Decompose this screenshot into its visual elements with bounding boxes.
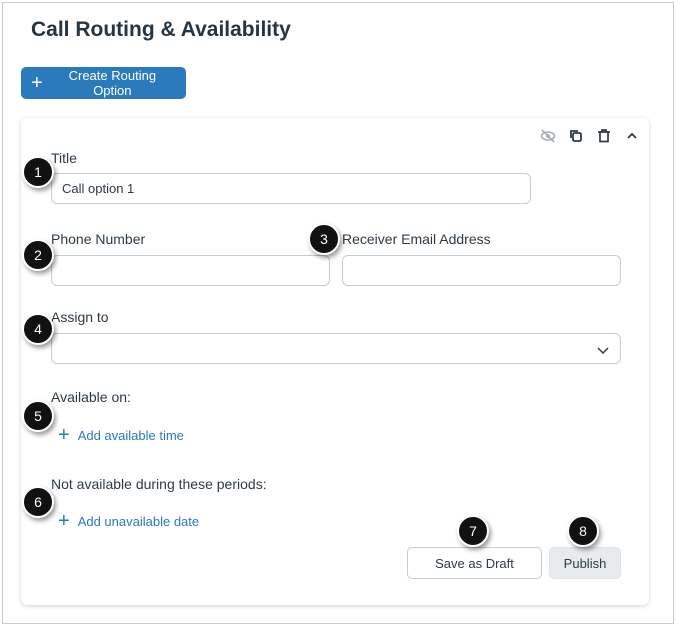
plus-icon: + bbox=[58, 510, 70, 532]
add-available-time-link[interactable]: + Add available time bbox=[58, 425, 184, 445]
assign-label: Assign to bbox=[51, 309, 109, 325]
add-available-label: Add available time bbox=[77, 427, 184, 443]
callout-badge: 2 bbox=[22, 239, 54, 271]
hidden-eye-icon[interactable] bbox=[540, 128, 556, 144]
unavailable-label: Not available during these periods: bbox=[51, 476, 267, 492]
card-actions bbox=[540, 128, 640, 144]
plus-icon: + bbox=[58, 424, 70, 446]
chevron-down-icon bbox=[597, 347, 609, 355]
page-title: Call Routing & Availability bbox=[31, 18, 291, 41]
add-unavailable-label: Add unavailable date bbox=[77, 513, 200, 529]
add-unavailable-date-link[interactable]: + Add unavailable date bbox=[58, 511, 199, 531]
plus-icon: + bbox=[31, 72, 43, 94]
create-label: Create Routing Option bbox=[68, 68, 157, 98]
title-label: Title bbox=[51, 150, 77, 166]
create-routing-option-button[interactable]: + Create Routing Option bbox=[21, 67, 186, 99]
callout-badge: 7 bbox=[457, 515, 489, 547]
callout-badge: 3 bbox=[308, 223, 340, 255]
callout-badge: 8 bbox=[567, 515, 599, 547]
email-label: Receiver Email Address bbox=[342, 231, 491, 247]
save-draft-button[interactable]: Save as Draft bbox=[407, 547, 542, 579]
title-input[interactable]: Call option 1 bbox=[51, 173, 531, 204]
chevron-up-icon[interactable] bbox=[624, 128, 640, 144]
callout-badge: 1 bbox=[22, 156, 54, 188]
publish-button[interactable]: Publish bbox=[549, 547, 621, 579]
available-label: Available on: bbox=[51, 389, 131, 405]
assign-select[interactable] bbox=[51, 333, 621, 364]
callout-badge: 4 bbox=[22, 313, 54, 345]
callout-badge: 6 bbox=[22, 486, 54, 518]
phone-input[interactable] bbox=[51, 255, 330, 286]
copy-icon[interactable] bbox=[568, 128, 584, 144]
email-input[interactable] bbox=[342, 255, 621, 286]
callout-badge: 5 bbox=[22, 400, 54, 432]
phone-label: Phone Number bbox=[51, 231, 146, 247]
trash-icon[interactable] bbox=[596, 128, 612, 144]
